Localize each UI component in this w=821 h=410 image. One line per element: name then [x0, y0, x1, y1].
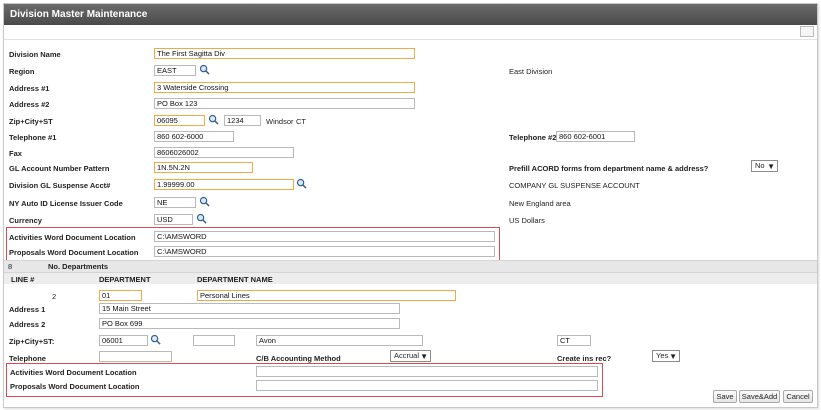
search-icon[interactable] — [199, 64, 210, 75]
chevron-down-icon: ▼ — [420, 352, 428, 361]
header-department: DEPARTMENT — [99, 275, 151, 284]
dept-code-input[interactable]: 01 — [99, 290, 142, 301]
cb-accounting-select[interactable]: Accrual ▼ — [390, 350, 431, 362]
dept-state-input[interactable]: CT — [557, 335, 591, 346]
search-icon[interactable] — [199, 196, 210, 207]
activities-doc-input[interactable]: C:\AMSWORD — [154, 231, 495, 242]
prefill-label: Prefill ACORD forms from department name… — [509, 164, 709, 173]
departments-table-header: LINE # DEPARTMENT DEPARTMENT NAME — [4, 273, 817, 284]
division-name-input[interactable]: The First Sagitta Div — [154, 48, 415, 59]
address2-input[interactable]: PO Box 123 — [154, 98, 415, 109]
gl-pattern-input[interactable]: 1N.5N.2N — [154, 162, 253, 173]
dept-line-number: 2 — [52, 292, 57, 301]
telephone1-input[interactable]: 860 602-6000 — [154, 131, 234, 142]
zip-city-st-label: Zip+City+ST — [9, 117, 53, 126]
cb-accounting-label: C/B Accounting Method — [256, 354, 341, 363]
zip-input[interactable]: 06095 — [154, 115, 205, 126]
address1-input[interactable]: 3 Waterside Crossing — [154, 82, 415, 93]
currency-label: Currency — [9, 216, 42, 225]
address2-label: Address #2 — [9, 100, 50, 109]
state-text: CT — [296, 117, 306, 126]
search-icon[interactable] — [196, 213, 207, 224]
telephone1-label: Telephone #1 — [9, 133, 57, 142]
header-department-name: DEPARTMENT NAME — [197, 275, 273, 284]
search-icon[interactable] — [208, 114, 219, 125]
dept-zip-ext-input[interactable] — [193, 335, 235, 346]
proposals-doc-label: Proposals Word Document Location — [9, 248, 139, 257]
fax-input[interactable]: 8606026002 — [154, 147, 294, 158]
departments-section-bar: 8 No. Departments — [4, 260, 817, 273]
address1-label: Address #1 — [9, 84, 50, 93]
telephone2-input[interactable]: 860 602-6001 — [556, 131, 635, 142]
region-input[interactable]: EAST — [154, 65, 196, 76]
dept-activities-doc-input[interactable] — [256, 366, 598, 377]
suspense-label: Division GL Suspense Acct# — [9, 181, 111, 190]
dept-telephone-label: Telephone — [9, 354, 46, 363]
search-icon[interactable] — [150, 334, 161, 345]
currency-description: US Dollars — [509, 216, 545, 225]
departments-count-label: No. Departments — [48, 262, 109, 271]
dept-telephone-input[interactable] — [99, 351, 172, 362]
save-add-button[interactable]: Save&Add — [739, 390, 780, 403]
dept-city-input[interactable]: Avon — [256, 335, 423, 346]
create-ins-label: Create ins rec? — [557, 354, 612, 363]
prefill-select[interactable]: No ▼ — [751, 160, 778, 172]
gl-pattern-label: GL Account Number Pattern — [9, 164, 110, 173]
suspense-description: COMPANY GL SUSPENSE ACCOUNT — [509, 181, 640, 190]
chevron-down-icon: ▼ — [669, 352, 677, 361]
division-master-window: Division Master Maintenance Division Nam… — [3, 3, 818, 408]
ny-auto-description: New England area — [509, 199, 571, 208]
dept-zip-label: Zip+City+ST: — [9, 337, 55, 346]
ny-auto-input[interactable]: NE — [154, 197, 196, 208]
dept-address2-label: Address 2 — [9, 320, 46, 329]
toolbar-strip — [4, 25, 817, 40]
dept-address1-input[interactable]: 15 Main Street — [99, 303, 400, 314]
currency-input[interactable]: USD — [154, 214, 193, 225]
dept-proposals-doc-input[interactable] — [256, 380, 598, 391]
division-name-label: Division Name — [9, 50, 61, 59]
collapse-toggle[interactable] — [800, 26, 814, 37]
dept-activities-doc-label: Activities Word Document Location — [10, 368, 137, 377]
departments-count: 8 — [8, 262, 13, 271]
cancel-button[interactable]: Cancel — [783, 390, 813, 403]
dept-zip-input[interactable]: 06001 — [99, 335, 148, 346]
proposals-doc-input[interactable]: C:\AMSWORD — [154, 246, 495, 257]
prefill-value: No — [755, 161, 765, 170]
fax-label: Fax — [9, 149, 22, 158]
cb-accounting-value: Accrual — [394, 351, 420, 360]
chevron-down-icon: ▼ — [767, 162, 775, 171]
window-title: Division Master Maintenance — [4, 4, 817, 25]
suspense-input[interactable]: 1.99999.00 — [154, 179, 294, 190]
dept-proposals-doc-label: Proposals Word Document Location — [10, 382, 140, 391]
create-ins-select[interactable]: Yes ▼ — [652, 350, 680, 362]
header-line: LINE # — [11, 275, 35, 284]
save-button[interactable]: Save — [713, 390, 737, 403]
search-icon[interactable] — [296, 178, 307, 189]
region-label: Region — [9, 67, 35, 76]
telephone2-label: Telephone #2 — [509, 133, 557, 142]
ny-auto-label: NY Auto ID License Issuer Code — [9, 199, 123, 208]
create-ins-value: Yes — [656, 351, 669, 360]
city-text: Windsor — [266, 117, 294, 126]
dept-address2-input[interactable]: PO Box 699 — [99, 318, 400, 329]
dept-address1-label: Address 1 — [9, 305, 46, 314]
zip-ext-input[interactable]: 1234 — [224, 115, 261, 126]
dept-name-input[interactable]: Personal Lines — [197, 290, 456, 301]
region-description: East Division — [509, 67, 553, 76]
activities-doc-label: Activities Word Document Location — [9, 233, 136, 242]
